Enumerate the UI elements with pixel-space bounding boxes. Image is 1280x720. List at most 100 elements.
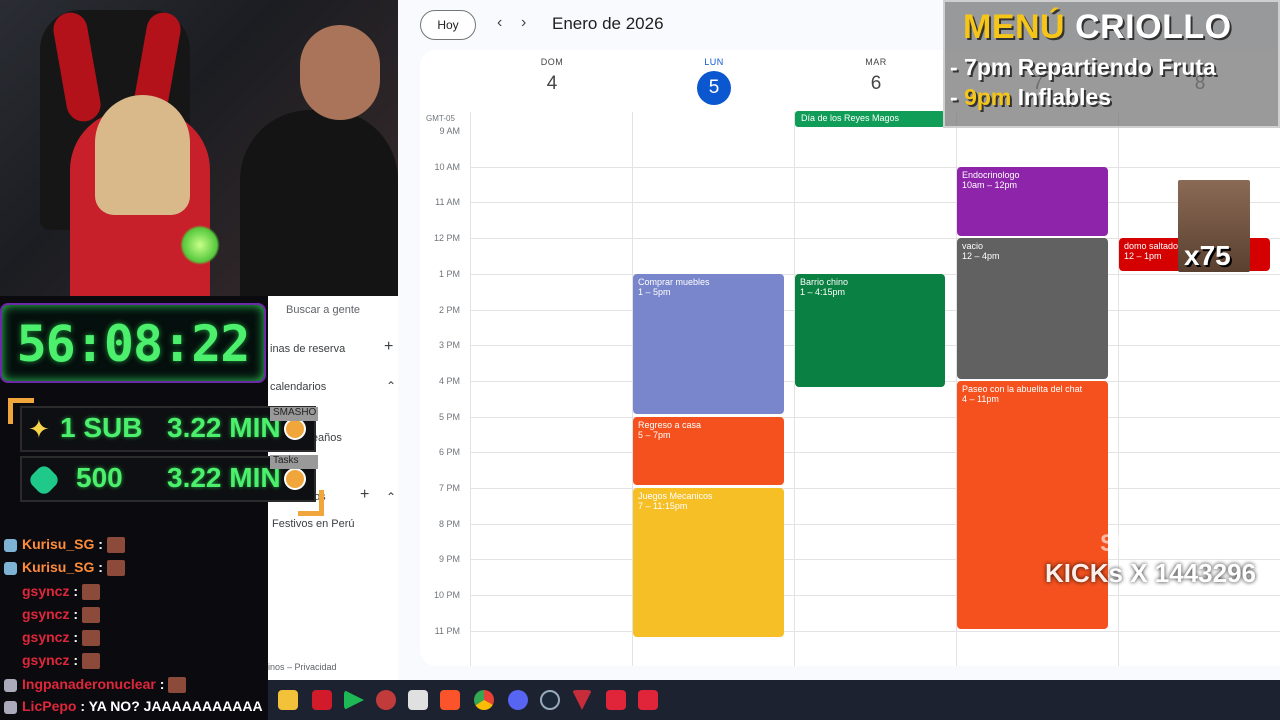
event-time: 5 – 7pm <box>638 430 671 440</box>
hour-label: 1 PM <box>438 268 460 279</box>
chat-separator: : <box>76 698 86 714</box>
badge-icon <box>4 609 17 622</box>
sub-label: 1 SUB <box>60 412 143 443</box>
subs-counter: SUBS X 1 <box>1100 530 1210 557</box>
calendar-holidays-peru[interactable]: Festivos en Perú <box>272 518 355 530</box>
hour-gridline <box>470 630 1280 632</box>
hour-gridline <box>470 166 1280 168</box>
steam-icon[interactable] <box>540 690 560 710</box>
hour-label: 8 PM <box>438 518 460 529</box>
timezone-label: GMT-05 <box>426 114 455 123</box>
play-icon[interactable] <box>344 690 364 710</box>
app-icon-red[interactable] <box>638 690 658 710</box>
chat-username[interactable]: Kurisu_SG <box>22 536 94 552</box>
timer-text: 56:08:22 <box>16 315 251 373</box>
event-regreso-a-casa[interactable]: Regreso a casa 5 – 7pm <box>633 417 784 485</box>
valorant-icon[interactable] <box>572 690 592 710</box>
chat-username[interactable]: gsyncz <box>22 606 69 622</box>
event-time: 10am – 12pm <box>962 180 1018 190</box>
event-time: 12 – 4pm <box>962 251 1000 261</box>
chat-separator: : <box>94 536 103 552</box>
stream-chat: Kurisu_SG : Kurisu_SG : gsyncz : gsyncz : gs… <box>0 530 268 720</box>
file-explorer-icon[interactable] <box>278 690 298 710</box>
discord-icon[interactable] <box>508 690 528 710</box>
menu-title: MENÚ CRIOLLO <box>963 8 1232 47</box>
menu-line-2-prefix: - <box>950 84 965 110</box>
event-time: 4 – 11pm <box>962 394 999 404</box>
obs-icon[interactable] <box>376 690 396 710</box>
notepad-icon[interactable] <box>408 690 428 710</box>
chat-message: Kurisu_SG : <box>4 559 125 579</box>
event-time: 1 – 4:15pm <box>800 287 846 297</box>
event-time: 7 – 11:15pm <box>638 501 688 511</box>
day-6[interactable]: 6 <box>795 73 957 95</box>
clock-icon <box>284 418 306 440</box>
chat-message: Ingpanaderonuclear : <box>4 676 187 696</box>
day-5-today[interactable]: 5 <box>697 71 731 105</box>
chat-separator: : <box>69 606 79 622</box>
hour-label: 9 AM <box>439 126 460 136</box>
emote-icon <box>106 560 125 577</box>
chat-separator: : <box>69 652 79 668</box>
day-4[interactable]: 4 <box>471 73 633 95</box>
add-icon[interactable]: + <box>384 338 393 356</box>
chat-message: LicPepo : YA NO? JAAAAAAAAAAA <box>4 698 263 718</box>
badge-icon <box>4 632 17 645</box>
chat-message: gsyncz : <box>4 629 101 649</box>
event-title: Comprar muebles <box>638 277 710 287</box>
allday-event[interactable]: Día de los Reyes Magos <box>795 111 945 127</box>
chrome-icon[interactable] <box>474 690 494 710</box>
badge-icon <box>4 701 17 714</box>
chat-username[interactable]: Kurisu_SG <box>22 559 94 575</box>
meme-count: x75 <box>1184 240 1231 271</box>
event-comprar-muebles[interactable]: Comprar muebles 1 – 5pm <box>633 274 784 414</box>
hour-label: 12 PM <box>433 233 460 244</box>
hour-label: 4 PM <box>438 375 460 386</box>
kicks-counter: KICKs X 1443296 <box>1045 558 1257 588</box>
lamp-light <box>180 225 220 265</box>
hour-label: 5 PM <box>438 411 460 422</box>
chat-username[interactable]: gsyncz <box>22 652 69 668</box>
hour-label: 6 PM <box>438 447 460 458</box>
chat-separator: : <box>69 629 79 645</box>
kick-gem-icon <box>27 463 61 497</box>
chat-message: gsyncz : <box>4 652 101 672</box>
chat-username[interactable]: LicPepo <box>22 698 76 714</box>
chat-username[interactable]: gsyncz <box>22 583 69 599</box>
hour-label: 11 AM <box>435 197 460 208</box>
brave-icon[interactable] <box>440 690 460 710</box>
dow-mon: LUN <box>704 57 724 67</box>
event-paseo-abuelita[interactable]: Paseo con la abuelita del chat 4 – 11pm <box>957 381 1108 629</box>
event-vacio[interactable]: vacio 12 – 4pm <box>957 238 1108 379</box>
corner-bracket <box>298 490 324 516</box>
badge-icon <box>4 655 17 668</box>
event-barrio-chino[interactable]: Barrio chino 1 – 4:15pm <box>795 274 945 387</box>
today-button[interactable]: Hoy <box>420 10 476 40</box>
tasks-tag: Tasks <box>270 455 318 469</box>
my-calendars-header[interactable]: calendarios <box>270 381 326 393</box>
app-icon-red[interactable] <box>606 690 626 710</box>
event-endocrinologo[interactable]: Endocrinologo 10am – 12pm <box>957 167 1108 236</box>
hour-label: 3 PM <box>438 340 460 351</box>
chat-username[interactable]: gsyncz <box>22 629 69 645</box>
hour-label: 9 PM <box>438 554 460 565</box>
chevron-up-icon[interactable]: ⌃ <box>386 490 396 504</box>
badge-icon <box>4 562 17 575</box>
chat-text: YA NO? JAAAAAAAAAAA <box>85 698 263 714</box>
app-icon[interactable] <box>312 690 332 710</box>
prev-week-button[interactable]: ‹ <box>497 14 502 32</box>
taskbar <box>268 680 1280 720</box>
next-week-button[interactable]: › <box>521 14 526 32</box>
chevron-up-icon[interactable]: ⌃ <box>386 379 396 393</box>
emote-icon <box>82 653 101 670</box>
add-icon[interactable]: + <box>360 486 369 504</box>
guest-hair <box>95 95 190 215</box>
chat-message: gsyncz : <box>4 583 101 603</box>
chat-username[interactable]: Ingpanaderonuclear <box>22 676 156 692</box>
webcam-feed <box>0 0 398 296</box>
footer-links[interactable]: inos – Privacidad <box>268 662 337 672</box>
col-divider <box>794 112 795 666</box>
search-people-input[interactable]: Buscar a gente <box>286 304 360 316</box>
badge-icon <box>4 539 17 552</box>
event-juegos-mecanicos[interactable]: Juegos Mecanicos 7 – 11:15pm <box>633 488 784 637</box>
